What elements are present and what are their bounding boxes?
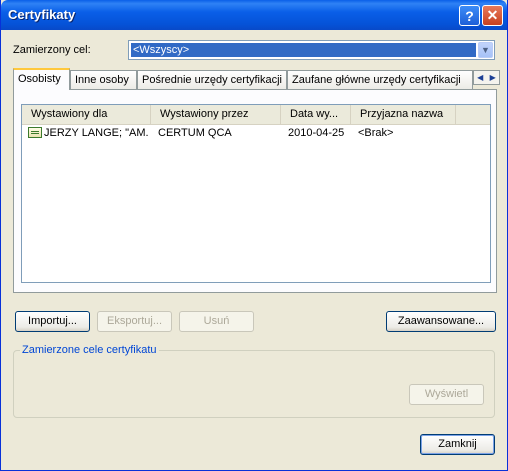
chevron-down-icon[interactable]: ▼ xyxy=(478,42,493,58)
cell-date: 2010-04-25 xyxy=(288,127,345,139)
chevron-right-icon[interactable]: ▶ xyxy=(487,71,500,84)
close-window-button[interactable]: ✕ xyxy=(482,5,503,26)
column-friendly-name[interactable]: Przyjazna nazwa xyxy=(351,105,456,124)
close-button[interactable]: Zamknij xyxy=(420,434,495,455)
export-button[interactable]: Eksportuj... xyxy=(97,311,172,332)
intended-purposes-group: Zamierzone cele certyfikatu Wyświetl xyxy=(13,344,495,418)
tab-trusted-root-cas[interactable]: Zaufane główne urzędy certyfikacji xyxy=(287,70,473,89)
certificate-list[interactable]: Wystawiony dla Wystawiony przez Data wy.… xyxy=(21,104,491,283)
intended-purposes-label: Zamierzone cele certyfikatu xyxy=(20,344,159,356)
close-icon: ✕ xyxy=(486,7,499,23)
question-mark-icon: ? xyxy=(465,7,474,24)
chevron-left-icon[interactable]: ◀ xyxy=(474,71,487,84)
cell-issued-to: JERZY LANGE; "AM... xyxy=(44,127,149,139)
help-button[interactable]: ? xyxy=(459,5,480,26)
tab-intermediate-cas[interactable]: Pośrednie urzędy certyfikacji xyxy=(137,70,287,89)
view-button[interactable]: Wyświetl xyxy=(409,384,484,405)
certificate-icon xyxy=(28,127,42,138)
tab-other-people[interactable]: Inne osoby xyxy=(70,70,137,89)
certificate-tabs: Osobisty Inne osoby Pośrednie urzędy cer… xyxy=(13,68,500,90)
title-bar[interactable]: Certyfikaty ? ✕ xyxy=(1,0,507,30)
intended-purpose-select[interactable]: <Wszyscy> ▼ xyxy=(128,40,495,60)
cell-friendly-name: <Brak> xyxy=(358,127,394,139)
tab-scroll-control[interactable]: ◀ ▶ xyxy=(473,70,500,85)
column-issued-by[interactable]: Wystawiony przez xyxy=(151,105,281,124)
tab-personal[interactable]: Osobisty xyxy=(13,68,70,90)
import-button[interactable]: Importuj... xyxy=(15,311,90,332)
dialog-client-area: Zamierzony cel: <Wszyscy> ▼ Osobisty Inn… xyxy=(4,30,504,468)
cell-issued-by: CERTUM QCA xyxy=(158,127,232,139)
window-title: Certyfikaty xyxy=(8,7,76,22)
table-row[interactable]: JERZY LANGE; "AM... CERTUM QCA 2010-04-2… xyxy=(22,125,490,142)
certificates-dialog: Certyfikaty ? ✕ Zamierzony cel: <Wszyscy… xyxy=(0,0,508,471)
tab-panel: Wystawiony dla Wystawiony przez Data wy.… xyxy=(13,89,497,293)
advanced-button[interactable]: Zaawansowane... xyxy=(386,311,496,332)
column-expiration-date[interactable]: Data wy... xyxy=(281,105,351,124)
list-header: Wystawiony dla Wystawiony przez Data wy.… xyxy=(22,105,490,125)
intended-purpose-value: <Wszyscy> xyxy=(131,43,476,57)
intended-purpose-label: Zamierzony cel: xyxy=(13,44,91,56)
column-issued-to[interactable]: Wystawiony dla xyxy=(22,105,151,124)
remove-button[interactable]: Usuń xyxy=(179,311,254,332)
